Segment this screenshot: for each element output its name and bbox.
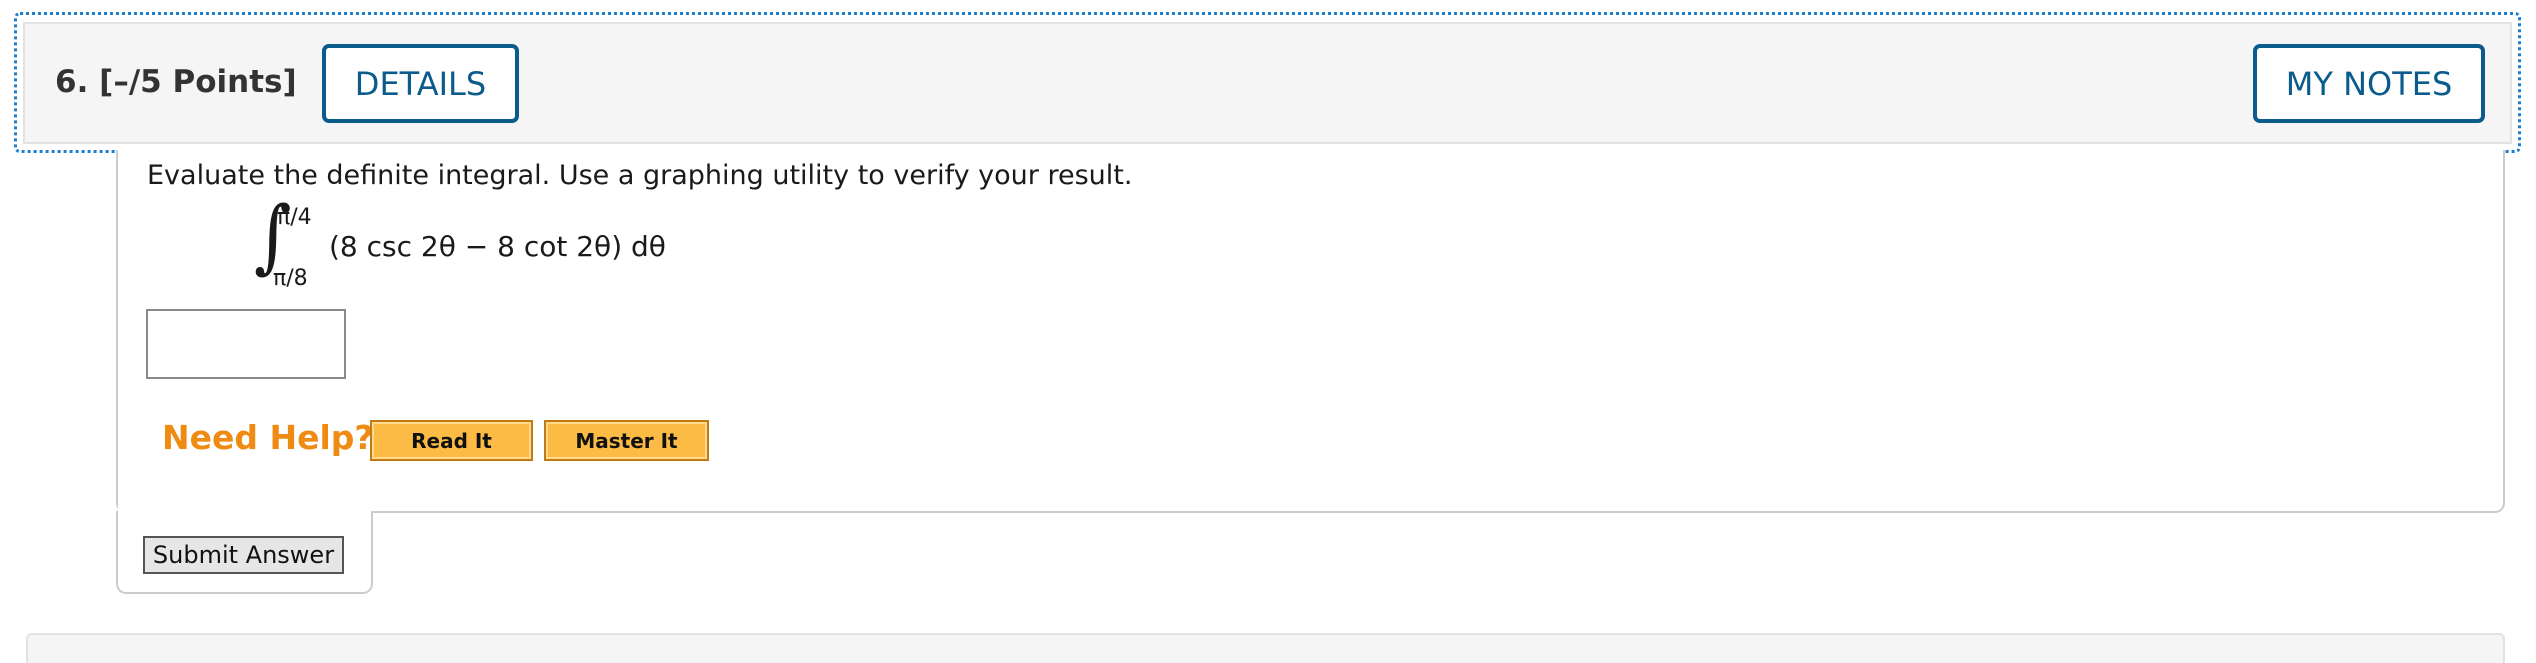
question-number: 6. [–/5 Points] bbox=[55, 64, 297, 100]
lower-limit: π/8 bbox=[273, 266, 308, 291]
upper-limit: π/4 bbox=[277, 205, 312, 230]
points-label: [–/5 Points] bbox=[99, 64, 297, 100]
answer-input[interactable] bbox=[146, 309, 346, 379]
question-page: 6. [–/5 Points] DETAILS MY NOTES Evaluat… bbox=[0, 0, 2536, 663]
details-button[interactable]: DETAILS bbox=[322, 44, 519, 123]
master-it-button[interactable]: Master It bbox=[544, 420, 709, 461]
submit-answer-button[interactable]: Submit Answer bbox=[143, 536, 344, 574]
read-it-button[interactable]: Read It bbox=[370, 420, 533, 461]
my-notes-button[interactable]: MY NOTES bbox=[2253, 44, 2485, 123]
next-question-header bbox=[26, 633, 2505, 663]
question-prompt: Evaluate the definite integral. Use a gr… bbox=[147, 160, 1133, 191]
question-number-label: 6. bbox=[55, 64, 89, 100]
integrand: (8 csc 2θ − 8 cot 2θ) dθ bbox=[329, 230, 666, 263]
need-help-label: Need Help? bbox=[162, 418, 374, 457]
